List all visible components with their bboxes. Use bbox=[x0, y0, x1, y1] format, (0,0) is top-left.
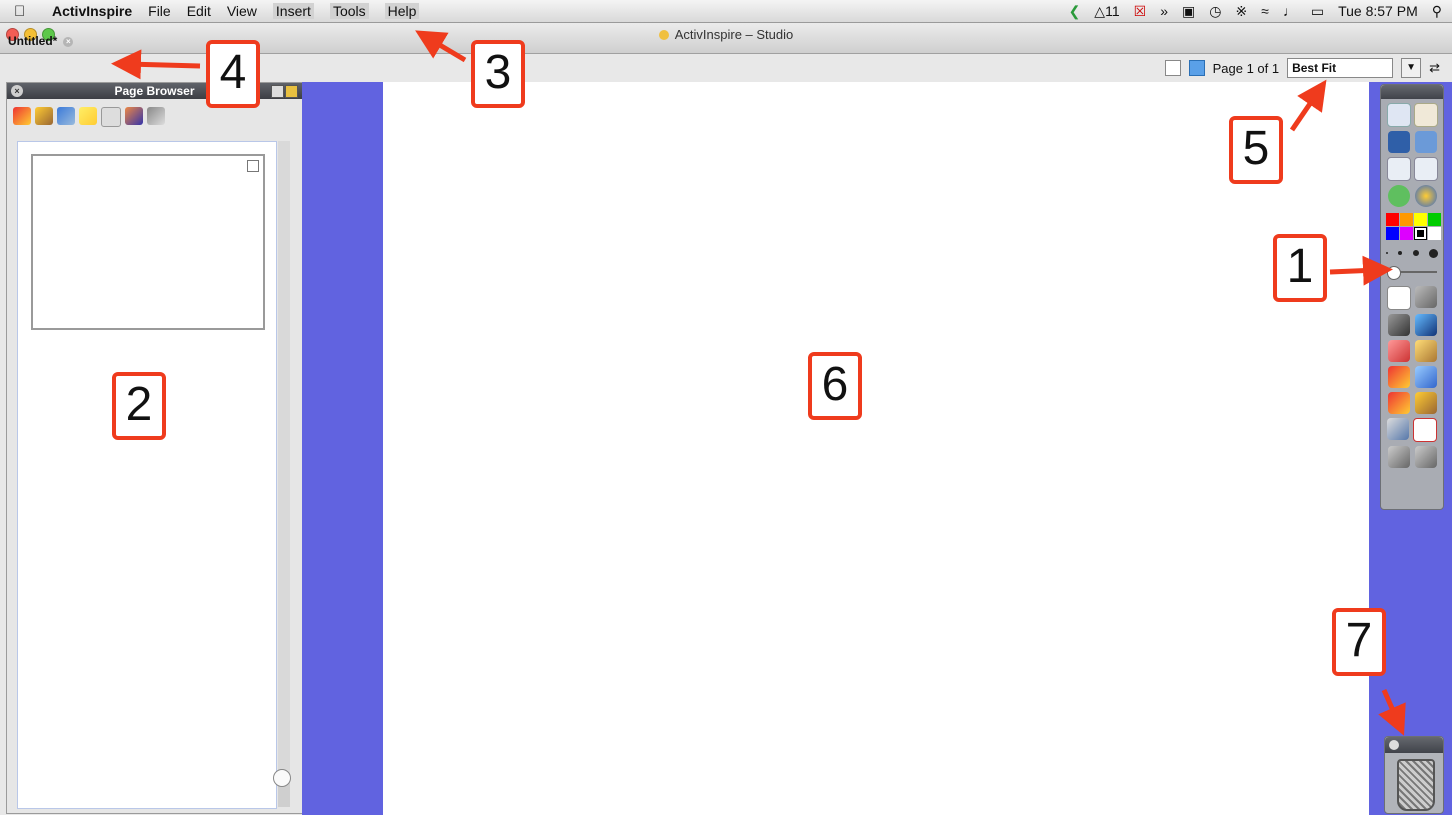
annotation-arrows bbox=[111, 30, 1406, 736]
arrow-3 bbox=[415, 30, 467, 63]
arrow-5 bbox=[1289, 79, 1327, 132]
arrow-1 bbox=[1329, 255, 1393, 286]
arrow-7 bbox=[1378, 688, 1406, 736]
arrow-4 bbox=[111, 49, 201, 80]
